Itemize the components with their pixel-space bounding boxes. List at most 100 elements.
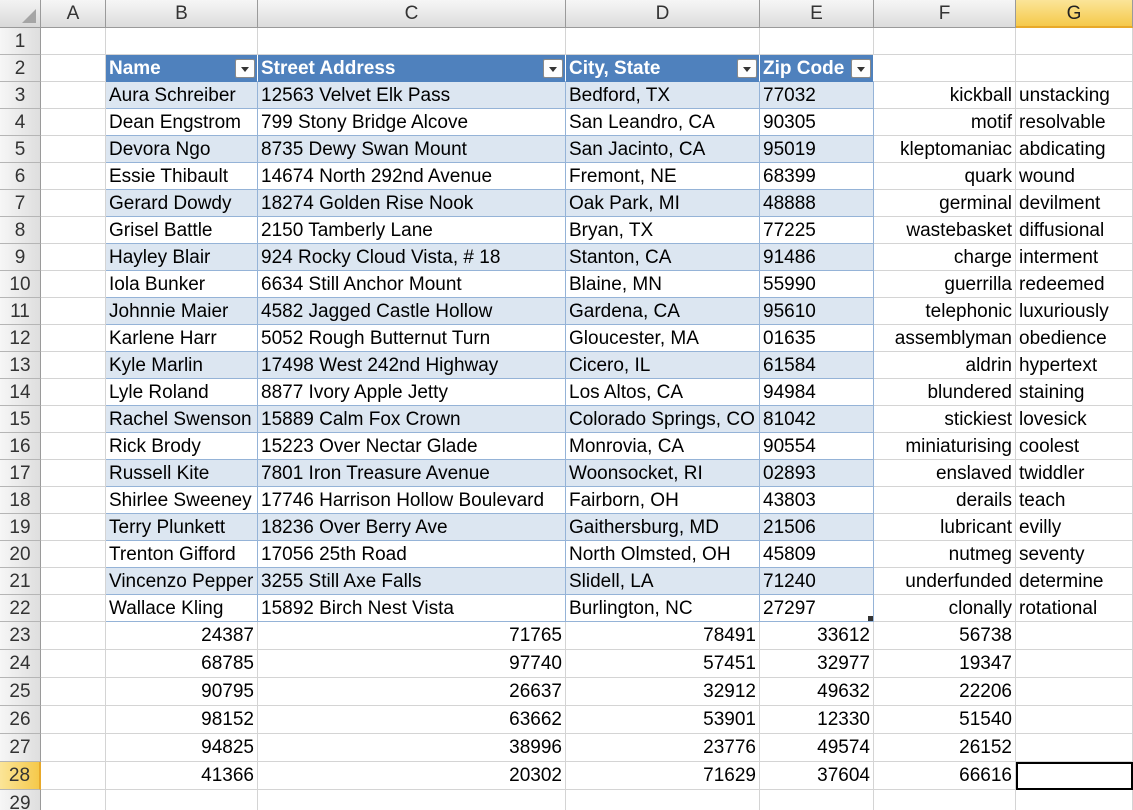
filter-dropdown-button[interactable]	[737, 59, 757, 78]
row-header-7[interactable]: 7	[0, 190, 41, 217]
table-cell-e6[interactable]: 68399	[760, 163, 874, 190]
word-cell-g14[interactable]: staining	[1016, 379, 1133, 406]
table-cell-b11[interactable]: Johnnie Maier	[106, 298, 258, 325]
cell-f2[interactable]	[874, 55, 1016, 82]
number-cell-b25[interactable]: 90795	[106, 678, 258, 706]
word-cell-g9[interactable]: interment	[1016, 244, 1133, 271]
table-cell-d6[interactable]: Fremont, NE	[566, 163, 760, 190]
table-cell-d4[interactable]: San Leandro, CA	[566, 109, 760, 136]
word-cell-g4[interactable]: resolvable	[1016, 109, 1133, 136]
table-cell-d5[interactable]: San Jacinto, CA	[566, 136, 760, 163]
table-header-c[interactable]: Street Address	[258, 55, 566, 82]
column-header-c[interactable]: C	[258, 0, 566, 28]
row-header-22[interactable]: 22	[0, 595, 41, 622]
cell-g25[interactable]	[1016, 678, 1133, 706]
number-cell-e26[interactable]: 12330	[760, 706, 874, 734]
row-header-1[interactable]: 1	[0, 28, 41, 55]
number-cell-d27[interactable]: 23776	[566, 734, 760, 762]
number-cell-f26[interactable]: 51540	[874, 706, 1016, 734]
table-cell-e22[interactable]: 27297	[760, 595, 874, 622]
row-header-2[interactable]: 2	[0, 55, 41, 82]
row-header-3[interactable]: 3	[0, 82, 41, 109]
word-cell-f10[interactable]: guerrilla	[874, 271, 1016, 298]
number-cell-e23[interactable]: 33612	[760, 622, 874, 650]
table-cell-d10[interactable]: Blaine, MN	[566, 271, 760, 298]
table-cell-e3[interactable]: 77032	[760, 82, 874, 109]
table-cell-b16[interactable]: Rick Brody	[106, 433, 258, 460]
table-resize-handle[interactable]	[868, 616, 873, 621]
cell-a8[interactable]	[41, 217, 106, 244]
spreadsheet-grid[interactable]: A B C D E F G 1 2 3 4 5 6 7 8 9 10 11 12 13 14 15 16 17 18 19 20 21…	[0, 0, 1133, 810]
table-cell-c13[interactable]: 17498 West 242nd Highway	[258, 352, 566, 379]
number-cell-f25[interactable]: 22206	[874, 678, 1016, 706]
number-cell-f28[interactable]: 66616	[874, 762, 1016, 790]
table-cell-d9[interactable]: Stanton, CA	[566, 244, 760, 271]
word-cell-g21[interactable]: determine	[1016, 568, 1133, 595]
column-header-g[interactable]: G	[1016, 0, 1133, 28]
table-cell-c6[interactable]: 14674 North 292nd Avenue	[258, 163, 566, 190]
row-header-13[interactable]: 13	[0, 352, 41, 379]
word-cell-f8[interactable]: wastebasket	[874, 217, 1016, 244]
cell-a18[interactable]	[41, 487, 106, 514]
word-cell-f3[interactable]: kickball	[874, 82, 1016, 109]
table-cell-e14[interactable]: 94984	[760, 379, 874, 406]
word-cell-g13[interactable]: hypertext	[1016, 352, 1133, 379]
word-cell-f6[interactable]: quark	[874, 163, 1016, 190]
cell-g29[interactable]	[1016, 790, 1133, 810]
word-cell-g8[interactable]: diffusional	[1016, 217, 1133, 244]
word-cell-g15[interactable]: lovesick	[1016, 406, 1133, 433]
table-cell-e12[interactable]: 01635	[760, 325, 874, 352]
table-cell-b20[interactable]: Trenton Gifford	[106, 541, 258, 568]
table-cell-c17[interactable]: 7801 Iron Treasure Avenue	[258, 460, 566, 487]
word-cell-g16[interactable]: coolest	[1016, 433, 1133, 460]
row-header-12[interactable]: 12	[0, 325, 41, 352]
table-cell-b8[interactable]: Grisel Battle	[106, 217, 258, 244]
table-cell-c22[interactable]: 15892 Birch Nest Vista	[258, 595, 566, 622]
table-cell-d14[interactable]: Los Altos, CA	[566, 379, 760, 406]
row-header-18[interactable]: 18	[0, 487, 41, 514]
row-header-23[interactable]: 23	[0, 622, 41, 650]
word-cell-g17[interactable]: twiddler	[1016, 460, 1133, 487]
table-cell-b15[interactable]: Rachel Swenson	[106, 406, 258, 433]
row-header-11[interactable]: 11	[0, 298, 41, 325]
cell-a3[interactable]	[41, 82, 106, 109]
number-cell-d28[interactable]: 71629	[566, 762, 760, 790]
table-cell-c18[interactable]: 17746 Harrison Hollow Boulevard	[258, 487, 566, 514]
table-cell-c10[interactable]: 6634 Still Anchor Mount	[258, 271, 566, 298]
number-cell-d23[interactable]: 78491	[566, 622, 760, 650]
filter-dropdown-button[interactable]	[235, 59, 255, 78]
table-cell-e19[interactable]: 21506	[760, 514, 874, 541]
number-cell-e27[interactable]: 49574	[760, 734, 874, 762]
column-header-b[interactable]: B	[106, 0, 258, 28]
cell-a23[interactable]	[41, 622, 106, 650]
table-cell-d18[interactable]: Fairborn, OH	[566, 487, 760, 514]
table-cell-c3[interactable]: 12563 Velvet Elk Pass	[258, 82, 566, 109]
cell-b1[interactable]	[106, 28, 258, 55]
table-cell-b9[interactable]: Hayley Blair	[106, 244, 258, 271]
row-header-8[interactable]: 8	[0, 217, 41, 244]
column-header-f[interactable]: F	[874, 0, 1016, 28]
number-cell-b27[interactable]: 94825	[106, 734, 258, 762]
cell-g23[interactable]	[1016, 622, 1133, 650]
cell-g24[interactable]	[1016, 650, 1133, 678]
word-cell-g22[interactable]: rotational	[1016, 595, 1133, 622]
cell-a6[interactable]	[41, 163, 106, 190]
word-cell-g11[interactable]: luxuriously	[1016, 298, 1133, 325]
number-cell-f24[interactable]: 19347	[874, 650, 1016, 678]
table-cell-e20[interactable]: 45809	[760, 541, 874, 568]
number-cell-e25[interactable]: 49632	[760, 678, 874, 706]
number-cell-e24[interactable]: 32977	[760, 650, 874, 678]
table-cell-e13[interactable]: 61584	[760, 352, 874, 379]
number-cell-f23[interactable]: 56738	[874, 622, 1016, 650]
cell-a17[interactable]	[41, 460, 106, 487]
table-cell-d15[interactable]: Colorado Springs, CO	[566, 406, 760, 433]
word-cell-f14[interactable]: blundered	[874, 379, 1016, 406]
word-cell-g12[interactable]: obedience	[1016, 325, 1133, 352]
table-cell-b4[interactable]: Dean Engstrom	[106, 109, 258, 136]
cell-a9[interactable]	[41, 244, 106, 271]
row-header-17[interactable]: 17	[0, 460, 41, 487]
word-cell-g18[interactable]: teach	[1016, 487, 1133, 514]
row-header-21[interactable]: 21	[0, 568, 41, 595]
number-cell-c23[interactable]: 71765	[258, 622, 566, 650]
number-cell-d26[interactable]: 53901	[566, 706, 760, 734]
